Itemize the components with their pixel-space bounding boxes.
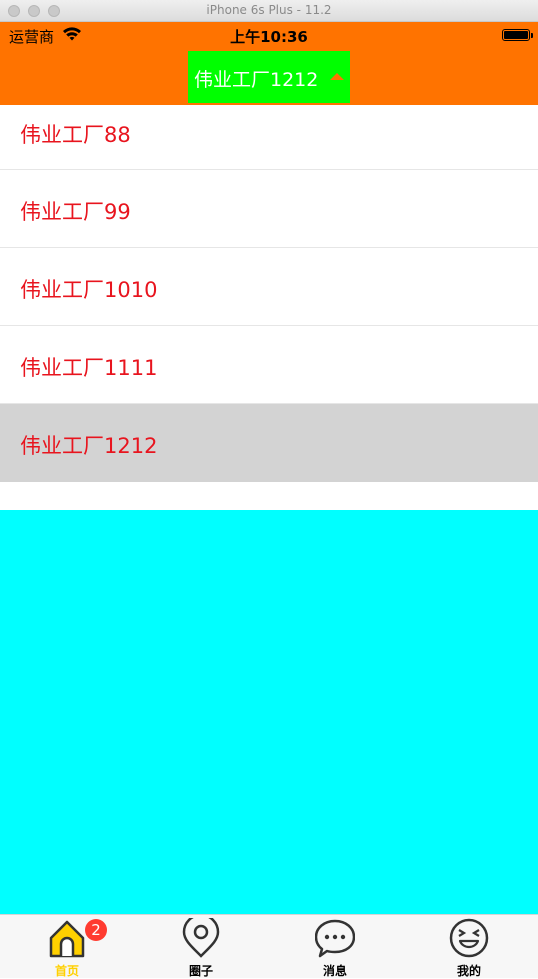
list-item-label: 伟业工厂88	[20, 123, 131, 147]
status-bar: 运营商 上午10:36	[0, 22, 538, 48]
status-time: 上午10:36	[230, 28, 308, 46]
location-pin-icon	[182, 918, 220, 958]
list-item[interactable]: 伟业工厂1010	[0, 248, 538, 326]
factory-picker-button[interactable]: 伟业工厂1212	[188, 51, 350, 103]
tab-circle[interactable]: 圈子	[134, 915, 268, 979]
notification-badge: 2	[85, 919, 107, 941]
list-item-label: 伟业工厂1111	[20, 356, 158, 380]
tab-label: 我的	[456, 964, 481, 978]
tab-label: 圈子	[188, 964, 213, 978]
battery-tip	[531, 33, 533, 38]
simulator-title-bar: iPhone 6s Plus - 11.2	[0, 0, 538, 22]
tab-profile[interactable]: 我的	[402, 915, 536, 979]
header: 运营商 上午10:36 伟业工厂1212	[0, 22, 538, 105]
battery-icon	[502, 29, 530, 41]
list-item[interactable]: 伟业工厂99	[0, 170, 538, 248]
picker-label: 伟业工厂1212	[194, 69, 319, 91]
list-item[interactable]: 伟业工厂1111	[0, 326, 538, 404]
tab-label: 首页	[54, 964, 79, 978]
home-icon	[49, 920, 85, 958]
tab-bar: 2 首页 圈子 消息 我的	[0, 914, 538, 978]
list-item-label: 伟业工厂1212	[20, 434, 158, 458]
factory-dropdown-list: 伟业工厂88 伟业工厂99 伟业工厂1010 伟业工厂1111 伟业工厂1212	[0, 105, 538, 482]
content-area	[0, 510, 538, 914]
list-item-label: 伟业工厂1010	[20, 278, 158, 302]
tab-label: 消息	[322, 964, 347, 978]
list-item-label: 伟业工厂99	[20, 200, 131, 224]
tab-messages[interactable]: 消息	[268, 915, 402, 979]
list-item-selected[interactable]: 伟业工厂1212	[0, 404, 538, 482]
tab-home[interactable]: 2 首页	[0, 915, 134, 979]
face-icon	[449, 918, 489, 958]
chat-bubble-icon	[315, 919, 355, 958]
simulator-title: iPhone 6s Plus - 11.2	[206, 3, 332, 17]
list-item[interactable]: 伟业工厂88	[0, 105, 538, 170]
caret-up-icon	[330, 73, 344, 80]
